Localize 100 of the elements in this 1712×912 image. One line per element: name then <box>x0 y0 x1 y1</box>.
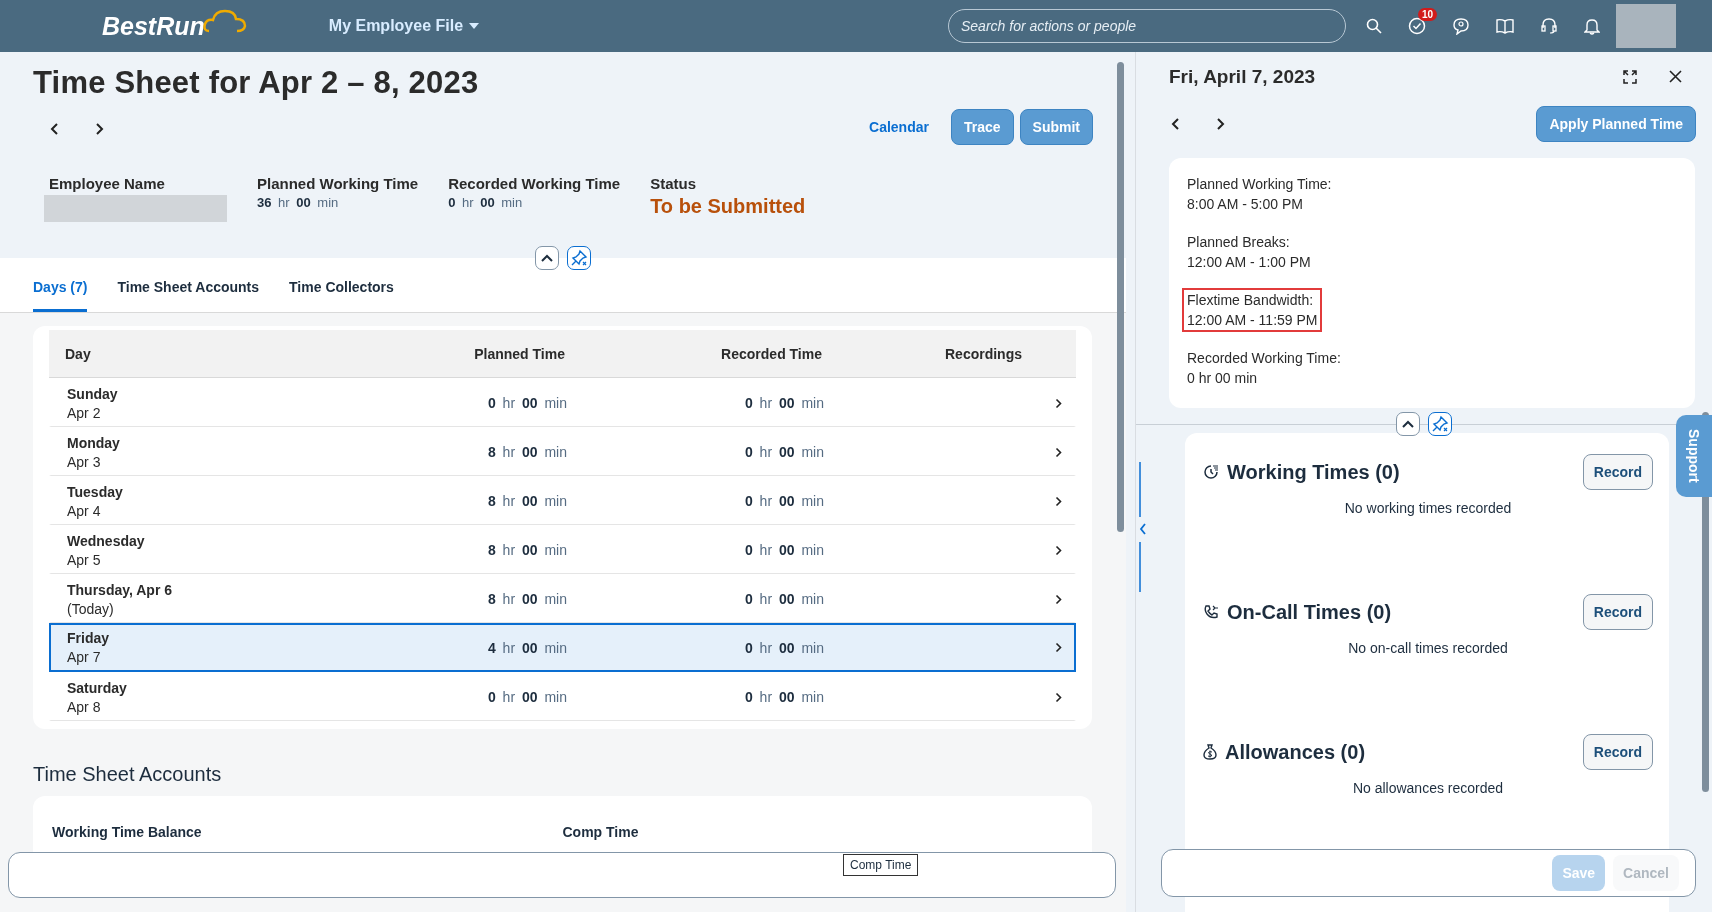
calendar-link[interactable]: Calendar <box>869 119 929 135</box>
search-field[interactable]: Search for actions or people <box>948 9 1346 43</box>
menu-title-button[interactable]: My Employee File <box>322 16 486 36</box>
chevron-right-icon[interactable] <box>1055 495 1062 507</box>
tab[interactable]: Time Collectors <box>289 279 394 312</box>
day-date: Apr 2 <box>67 404 101 421</box>
page-title: Time Sheet for Apr 2 – 8, 2023 <box>33 65 480 101</box>
recorded-time: 0 hr 00 min <box>744 639 824 656</box>
table-row[interactable]: Tuesday Apr 4 8 hr 00 min 0 hr 00 min <box>49 476 1076 525</box>
attribute-label: Recorded Working Time <box>448 175 621 192</box>
recorded-time: 0 hr 00 min <box>744 493 824 509</box>
planned-time: 0 hr 00 min <box>487 689 567 705</box>
table-row[interactable]: Saturday Apr 8 0 hr 00 min 0 hr 00 min <box>49 672 1076 721</box>
pin-icon <box>1431 415 1449 433</box>
book-icon[interactable] <box>1496 18 1514 34</box>
chat-icon[interactable] <box>1452 17 1470 35</box>
search-icon[interactable] <box>1366 18 1382 34</box>
day-date: Apr 4 <box>67 502 101 519</box>
empty-message: No on-call times recorded <box>1347 640 1509 656</box>
planned-time: 4 hr 00 min <box>487 639 567 656</box>
next-day-icon[interactable] <box>1215 117 1225 131</box>
info-item: Planned Working Time: 8:00 AM - 5:00 PM <box>1186 175 1333 214</box>
collapse-button[interactable] <box>1396 412 1420 436</box>
duration-value: 0 hr 00 min <box>448 195 524 210</box>
notification-badge: 10 <box>1418 8 1438 21</box>
account-label: Comp Time <box>562 824 640 840</box>
logo[interactable]: BestRun <box>102 11 249 41</box>
section-title: Allowances (0) <box>1225 740 1366 764</box>
day-date: Apr 7 <box>67 649 101 665</box>
day-name: Sunday <box>67 385 118 402</box>
column-header: Recorded Time <box>721 345 822 362</box>
chevron-right-icon[interactable] <box>1055 397 1062 409</box>
previous-week-icon[interactable] <box>50 122 60 136</box>
day-date: Apr 3 <box>67 453 101 470</box>
phone-icon <box>1203 604 1219 620</box>
chevron-right-icon[interactable] <box>1055 593 1062 605</box>
section-title: On-Call Times (0) <box>1227 600 1392 624</box>
attribute-label: Planned Working Time <box>257 175 419 192</box>
clock-icon <box>1203 464 1219 480</box>
tooltip: Comp Time <box>843 854 919 876</box>
money-bag-icon <box>1203 744 1217 760</box>
section-title: Time Sheet Accounts <box>33 763 223 786</box>
chevron-up-icon <box>541 254 553 262</box>
bell-icon[interactable] <box>1584 17 1600 35</box>
pin-button[interactable] <box>567 246 591 270</box>
recorded-time: 0 hr 00 min <box>744 444 824 460</box>
pin-icon <box>570 249 588 267</box>
day-name: Wednesday <box>67 532 145 549</box>
empty-message: No working times recorded <box>1343 500 1513 516</box>
next-week-icon[interactable] <box>94 122 104 136</box>
column-header: Planned Time <box>474 345 565 362</box>
caret-icon <box>469 23 480 29</box>
planned-time: 8 hr 00 min <box>487 542 567 558</box>
day-name: Tuesday <box>67 483 123 500</box>
chevron-right-icon[interactable] <box>1055 446 1062 458</box>
close-icon[interactable] <box>1669 70 1682 83</box>
detail-title: Fri, April 7, 2023 <box>1169 66 1316 88</box>
checkmark-icon[interactable] <box>1408 17 1426 35</box>
table-row[interactable]: Friday Apr 7 4 hr 00 min 0 hr 00 min <box>49 623 1076 672</box>
fullscreen-icon[interactable] <box>1623 70 1637 84</box>
table-row[interactable]: Sunday Apr 2 0 hr 00 min 0 hr 00 min <box>49 378 1076 427</box>
info-item: Planned Breaks: 12:00 AM - 1:00 PM <box>1186 233 1312 272</box>
chevron-right-icon[interactable] <box>1055 544 1062 556</box>
record-button[interactable]: Record <box>1582 454 1653 490</box>
tab[interactable]: Days (7) <box>33 279 88 312</box>
duration-value: 36 hr 00 min <box>257 195 340 210</box>
side-collapse-handle[interactable] <box>1138 462 1148 592</box>
column-header: Day <box>65 345 91 362</box>
tab[interactable]: Time Sheet Accounts <box>117 279 260 312</box>
recorded-time: 0 hr 00 min <box>744 542 824 558</box>
chevron-right-icon[interactable] <box>1055 642 1062 653</box>
recorded-time: 0 hr 00 min <box>744 689 824 705</box>
planned-time: 8 hr 00 min <box>487 493 567 509</box>
previous-day-icon[interactable] <box>1171 117 1181 131</box>
collapse-button[interactable] <box>535 246 559 270</box>
day-name: Thursday, Apr 6 <box>67 581 173 598</box>
day-date: Apr 8 <box>67 698 101 715</box>
pin-button[interactable] <box>1428 412 1452 436</box>
attribute-label: Employee Name <box>49 175 166 192</box>
table-row[interactable]: Wednesday Apr 5 8 hr 00 min 0 hr 00 min <box>49 525 1076 574</box>
recorded-time: 0 hr 00 min <box>744 591 824 607</box>
table-row[interactable]: Monday Apr 3 8 hr 00 min 0 hr 00 min <box>49 427 1076 476</box>
planned-time: 0 hr 00 min <box>487 395 567 411</box>
column-header: Recordings <box>945 345 1022 362</box>
record-button[interactable]: Record <box>1582 734 1653 770</box>
day-name: Friday <box>67 630 109 646</box>
scrollbar[interactable] <box>1702 412 1709 792</box>
headset-icon[interactable] <box>1540 17 1558 35</box>
scrollbar[interactable] <box>1117 62 1124 532</box>
empty-message: No allowances recorded <box>1351 780 1505 796</box>
day-date: (Today) <box>67 600 114 617</box>
status-value: To be Submitted <box>650 195 807 218</box>
chevron-right-icon[interactable] <box>1055 691 1062 703</box>
chevron-up-icon <box>1402 420 1414 428</box>
day-name: Saturday <box>67 679 127 696</box>
day-name: Monday <box>67 434 120 451</box>
planned-time: 8 hr 00 min <box>487 591 567 607</box>
record-button[interactable]: Record <box>1582 594 1653 630</box>
account-label: Working Time Balance <box>52 824 203 840</box>
info-item: Flextime Bandwidth: 12:00 AM - 11:59 PM <box>1182 288 1323 332</box>
